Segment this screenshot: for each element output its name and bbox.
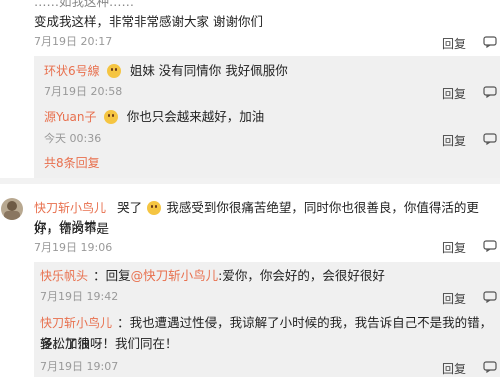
- mention-link[interactable]: @快刀斩小鸟儿: [131, 268, 219, 283]
- reply-author[interactable]: 源Yuan子: [44, 110, 97, 124]
- reply-actions: 回复: [442, 130, 497, 149]
- comment-icon[interactable]: [483, 33, 497, 52]
- reply-button[interactable]: 回复: [442, 292, 466, 306]
- avatar[interactable]: [1, 198, 23, 220]
- comment-text-line2: 你，你没错。: [34, 219, 110, 234]
- reply-item-1: 环状6号線 姐妹 没有同情你 我好佩服你: [44, 60, 288, 81]
- reply-word: 回复: [105, 268, 131, 283]
- more-replies-link[interactable]: 共8条回复: [44, 154, 100, 171]
- reply-author[interactable]: 环状6号線: [44, 64, 100, 78]
- reply-time: 7月19日 19:07: [40, 360, 119, 373]
- reply-colon: ：: [117, 315, 130, 330]
- reply-actions: 回复: [442, 288, 497, 307]
- reply-button[interactable]: 回复: [442, 134, 466, 148]
- crown-badge-icon: [106, 63, 121, 78]
- comment-icon[interactable]: [483, 83, 497, 102]
- reply-text: :爱你，你会好的，会很好很好: [218, 268, 385, 283]
- reply-actions: 回复: [442, 83, 497, 102]
- replies-block-2: 快乐帆头 ：回复@快刀斩小鸟儿:爱你，你会好的，会很好很好 7月19日 19:4…: [34, 262, 500, 377]
- comment-text-line1: ……如我这种……: [34, 0, 135, 9]
- reply-button[interactable]: 回复: [442, 87, 466, 101]
- crying-emoji-icon: [147, 200, 162, 215]
- comment-text-line2: 变成我这样，非常非常感谢大家 谢谢你们: [34, 14, 263, 29]
- comment-icon[interactable]: [483, 358, 497, 377]
- replies-block-1: 环状6号線 姐妹 没有同情你 我好佩服你 7月19日 20:58 回复 源Yua…: [34, 56, 500, 178]
- comment-author[interactable]: 快刀斩小鸟儿: [34, 201, 106, 215]
- reply-text: 姐妹 没有同情你 我好佩服你: [129, 63, 288, 78]
- comment-icon[interactable]: [483, 288, 497, 307]
- reply-time: 7月19日 20:58: [44, 85, 123, 98]
- reply-item-3: 快乐帆头 ：回复@快刀斩小鸟儿:爱你，你会好的，会很好很好: [40, 265, 385, 286]
- reply-text: 你也只会越来越好，加油: [126, 109, 265, 124]
- reply-item-2: 源Yuan子 你也只会越来越好，加油: [44, 106, 264, 127]
- reply-actions: 回复: [442, 358, 497, 377]
- comment-prefix: 哭了: [117, 200, 143, 215]
- comment-actions: 回复: [442, 237, 497, 256]
- reply-button[interactable]: 回复: [442, 241, 466, 255]
- reply-colon: ：: [93, 268, 106, 283]
- comment-icon[interactable]: [483, 130, 497, 149]
- crown-badge-icon: [103, 109, 118, 124]
- comment-icon[interactable]: [483, 237, 497, 256]
- reply-button[interactable]: 回复: [442, 362, 466, 376]
- reply-text-line2: 多。加油呀！我们同在！: [40, 336, 178, 351]
- reply-time: 7月19日 19:42: [40, 290, 119, 303]
- reply-button[interactable]: 回复: [442, 37, 466, 51]
- reply-author[interactable]: 快刀斩小鸟儿: [40, 316, 112, 330]
- reply-time: 今天 00:36: [44, 132, 102, 145]
- comment-time: 7月19日 19:06: [34, 241, 113, 254]
- reply-author[interactable]: 快乐帆头: [40, 269, 88, 283]
- comment-time: 7月19日 20:17: [34, 35, 113, 48]
- comment-actions: 回复: [442, 33, 497, 52]
